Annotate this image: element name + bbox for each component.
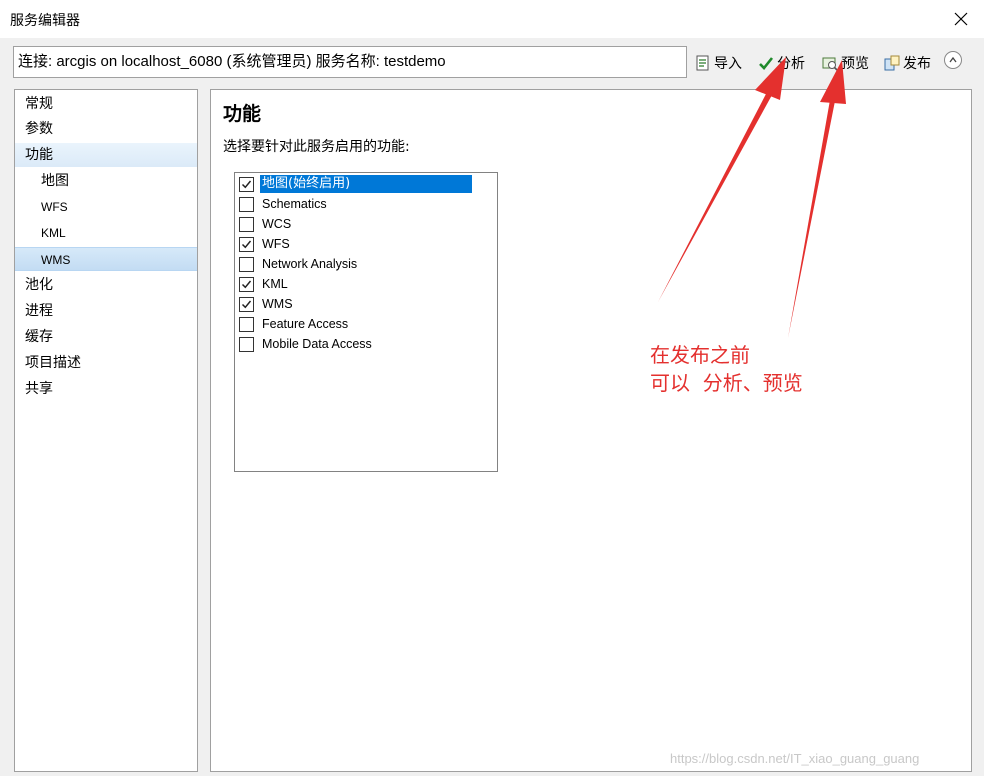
capability-row[interactable]: Mobile Data Access bbox=[239, 334, 374, 354]
nav-item-capabilities[interactable]: 功能 bbox=[15, 143, 197, 167]
publish-button[interactable]: 发布 bbox=[884, 52, 931, 74]
capability-label: Mobile Data Access bbox=[262, 337, 372, 351]
preview-button[interactable]: 预览 bbox=[822, 52, 869, 74]
preview-icon bbox=[822, 57, 838, 71]
capability-checkbox[interactable] bbox=[239, 336, 254, 352]
capability-row[interactable]: Network Analysis bbox=[239, 254, 359, 274]
capability-row[interactable]: WCS bbox=[239, 214, 293, 234]
capability-row[interactable]: WMS bbox=[239, 294, 295, 314]
check-icon bbox=[759, 57, 774, 70]
nav-item-processes[interactable]: 进程 bbox=[15, 299, 197, 323]
capability-checkbox[interactable] bbox=[239, 196, 254, 212]
close-icon bbox=[954, 12, 968, 26]
connection-field[interactable]: 连接: arcgis on localhost_6080 (系统管理员) 服务名… bbox=[13, 46, 687, 78]
capability-row[interactable]: Feature Access bbox=[239, 314, 350, 334]
import-label: 导入 bbox=[714, 56, 742, 72]
capability-checkbox[interactable] bbox=[239, 316, 254, 332]
nav-item-sharing[interactable]: 共享 bbox=[15, 377, 197, 401]
capabilities-prompt: 选择要针对此服务启用的功能: bbox=[223, 139, 410, 155]
annotation-text: 在发布之前 可以 分析、预览 bbox=[650, 341, 803, 397]
nav-item-general[interactable]: 常规 bbox=[15, 92, 197, 116]
capability-label: WCS bbox=[262, 217, 292, 231]
window-title: 服务编辑器 bbox=[10, 13, 80, 29]
capability-checkbox[interactable] bbox=[239, 276, 254, 292]
capability-label: KML bbox=[262, 277, 288, 291]
chevron-up-icon bbox=[949, 56, 957, 63]
nav-item-map[interactable]: 地图 bbox=[15, 169, 197, 193]
publish-icon bbox=[884, 55, 900, 71]
nav-item-parameters[interactable]: 参数 bbox=[15, 117, 197, 141]
capabilities-list[interactable]: 地图(始终启用) Schematics WCS WFS Network Analysis… bbox=[234, 172, 498, 472]
checkmark-icon bbox=[241, 280, 252, 288]
capability-checkbox[interactable] bbox=[239, 216, 254, 232]
capability-row[interactable]: 地图(始终启用) bbox=[239, 174, 472, 194]
nav-item-pooling[interactable]: 池化 bbox=[15, 273, 197, 297]
annotation-line-2: 可以 分析、预览 bbox=[650, 371, 803, 395]
capability-checkbox[interactable] bbox=[239, 296, 254, 312]
import-button[interactable]: 导入 bbox=[695, 52, 742, 74]
checkmark-icon bbox=[241, 180, 252, 188]
nav-item-caching[interactable]: 缓存 bbox=[15, 325, 197, 349]
checkmark-icon bbox=[241, 240, 252, 248]
analyze-button[interactable]: 分析 bbox=[758, 52, 805, 74]
nav-item-wms[interactable]: WMS bbox=[15, 247, 197, 271]
capability-label: Network Analysis bbox=[262, 257, 358, 271]
close-button[interactable] bbox=[938, 0, 984, 38]
capabilities-panel: 功能 选择要针对此服务启用的功能: 地图(始终启用) Schematics WCS W… bbox=[210, 89, 972, 772]
category-nav: 常规 参数 功能 地图 WFS KML WMS 池化 进程 缓存 项目描述 共享 bbox=[14, 89, 198, 772]
capability-label: 地图(始终启用) bbox=[260, 175, 472, 193]
nav-item-wfs[interactable]: WFS bbox=[15, 195, 197, 219]
collapse-button[interactable] bbox=[944, 51, 962, 69]
capability-row[interactable]: KML bbox=[239, 274, 290, 294]
capability-checkbox[interactable] bbox=[239, 256, 254, 272]
capability-label: WFS bbox=[262, 237, 290, 251]
capability-row[interactable]: WFS bbox=[239, 234, 292, 254]
capability-checkbox[interactable] bbox=[239, 236, 254, 252]
capability-checkbox[interactable] bbox=[239, 176, 254, 192]
title-bar: 服务编辑器 bbox=[0, 0, 984, 38]
capability-label: Feature Access bbox=[262, 317, 349, 331]
capability-label: Schematics bbox=[262, 197, 327, 211]
watermark: https://blog.csdn.net/IT_xiao_guang_guan… bbox=[670, 751, 920, 766]
page-title: 功能 bbox=[223, 103, 262, 125]
annotation-line-1: 在发布之前 bbox=[650, 343, 750, 367]
nav-item-item-description[interactable]: 项目描述 bbox=[15, 351, 197, 375]
checkmark-icon bbox=[241, 300, 252, 308]
capability-row[interactable]: Schematics bbox=[239, 194, 329, 214]
nav-item-kml[interactable]: KML bbox=[15, 221, 197, 245]
import-icon bbox=[696, 55, 709, 71]
analyze-label: 分析 bbox=[777, 56, 805, 72]
publish-label: 发布 bbox=[903, 56, 931, 72]
preview-label: 预览 bbox=[841, 56, 869, 72]
capability-label: WMS bbox=[262, 297, 293, 311]
